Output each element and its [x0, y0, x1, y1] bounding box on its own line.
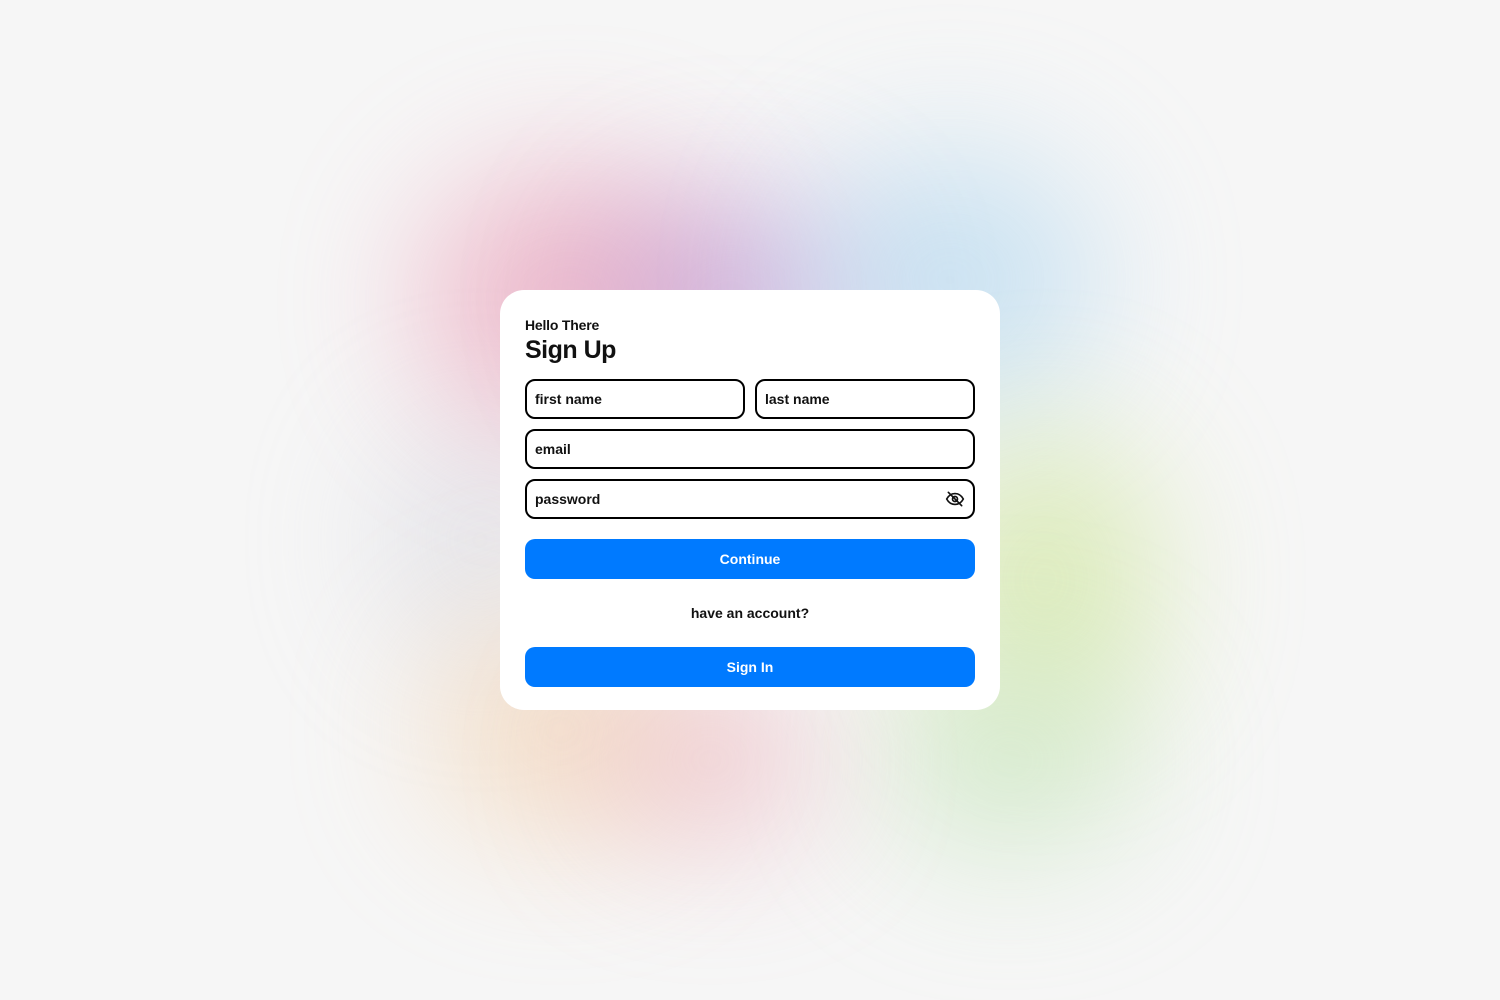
continue-button[interactable]: Continue [525, 539, 975, 579]
last-name-input[interactable] [757, 381, 973, 417]
last-name-field-wrapper [755, 379, 975, 419]
password-input[interactable] [527, 481, 973, 517]
eye-slash-icon[interactable] [945, 489, 965, 509]
have-account-text: have an account? [690, 605, 810, 621]
name-fields-row [525, 379, 975, 419]
greeting-text: Hello There [525, 317, 600, 333]
email-field-wrapper [525, 429, 975, 469]
sign-in-button[interactable]: Sign In [525, 647, 975, 687]
email-input[interactable] [527, 431, 973, 467]
page-background: Hello There Sign Up first name last name… [0, 0, 1500, 1000]
first-name-field-wrapper [525, 379, 745, 419]
password-field-wrapper [525, 479, 975, 519]
first-name-input[interactable] [527, 381, 743, 417]
password-row [525, 479, 975, 519]
signup-card: Hello There Sign Up first name last name… [500, 290, 1000, 710]
page-title: Sign Up [525, 336, 616, 364]
email-row [525, 429, 975, 469]
